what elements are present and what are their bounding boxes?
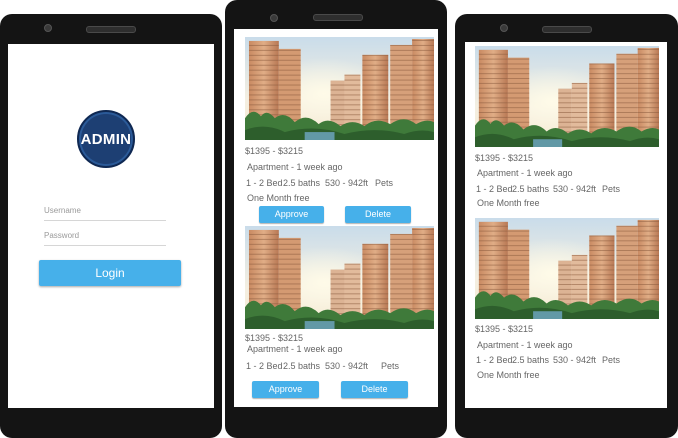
listing-area: 530 - 942ft xyxy=(325,361,369,371)
listing-pets: Pets xyxy=(602,184,621,194)
username-field[interactable]: Username xyxy=(44,206,166,221)
listing-photo[interactable] xyxy=(475,46,659,147)
listing-photo[interactable] xyxy=(475,218,659,319)
listing-photo[interactable] xyxy=(245,226,434,329)
login-button[interactable]: Login xyxy=(39,260,181,286)
approve-button[interactable]: Approve xyxy=(252,381,319,398)
camera-icon xyxy=(270,14,278,22)
password-placeholder: Password xyxy=(44,231,80,240)
listing-type: Apartment - 1 week ago xyxy=(477,168,573,178)
camera-icon xyxy=(500,24,508,32)
listing-price: $1395 - $3215 xyxy=(245,146,304,156)
listing-offer: One Month free xyxy=(477,198,540,208)
admin-logo: ADMIN xyxy=(77,110,135,168)
speaker-grille xyxy=(86,26,136,33)
listing-offer: One Month free xyxy=(247,193,310,203)
approve-button[interactable]: Approve xyxy=(259,206,324,223)
username-placeholder: Username xyxy=(44,206,81,215)
building-image xyxy=(475,218,659,319)
building-image xyxy=(245,37,434,140)
phone-login: ADMIN Username Password Login xyxy=(0,14,222,438)
listing-price: $1395 - $3215 xyxy=(475,153,534,163)
listing-pets: Pets xyxy=(375,178,394,188)
listing-photo[interactable] xyxy=(245,37,434,140)
listing-pets: Pets xyxy=(381,361,400,371)
speaker-grille xyxy=(542,26,592,33)
camera-icon xyxy=(44,24,52,32)
listing-type: Apartment - 1 week ago xyxy=(477,340,573,350)
listings-screen: $1395 - $3215 Apartment - 1 week ago 1 -… xyxy=(234,29,438,407)
listing-area: 530 - 942ft xyxy=(553,184,597,194)
listing-baths: 2.5 baths xyxy=(512,184,550,194)
listing-beds: 1 - 2 Bed xyxy=(476,184,513,194)
building-image xyxy=(245,226,434,329)
listing-price: $1395 - $3215 xyxy=(475,324,534,334)
listing-pets: Pets xyxy=(602,355,621,365)
phone-listings: $1395 - $3215 Apartment - 1 week ago 1 -… xyxy=(455,14,678,438)
listing-baths: 2.5 baths xyxy=(512,355,550,365)
speaker-grille xyxy=(313,14,363,21)
delete-button[interactable]: Delete xyxy=(345,206,411,223)
listing-beds: 1 - 2 Bed xyxy=(246,361,283,371)
listing-baths: 2.5 baths xyxy=(283,178,321,188)
login-screen: ADMIN Username Password Login xyxy=(8,44,214,408)
phone-admin-listings: $1395 - $3215 Apartment - 1 week ago 1 -… xyxy=(225,0,447,438)
listing-baths: 2.5 baths xyxy=(283,361,321,371)
admin-logo-text: ADMIN xyxy=(80,130,132,148)
listing-area: 530 - 942ft xyxy=(553,355,597,365)
listing-type: Apartment - 1 week ago xyxy=(247,162,343,172)
listing-offer: One Month free xyxy=(477,370,540,380)
delete-button[interactable]: Delete xyxy=(341,381,408,398)
building-image xyxy=(475,46,659,147)
listing-type: Apartment - 1 week ago xyxy=(247,344,343,354)
listing-price: $1395 - $3215 xyxy=(245,333,304,343)
password-field[interactable]: Password xyxy=(44,231,166,246)
listings-screen: $1395 - $3215 Apartment - 1 week ago 1 -… xyxy=(465,42,667,408)
listing-area: 530 - 942ft xyxy=(325,178,369,188)
listing-beds: 1 - 2 Bed xyxy=(476,355,513,365)
listing-beds: 1 - 2 Bed xyxy=(246,178,283,188)
